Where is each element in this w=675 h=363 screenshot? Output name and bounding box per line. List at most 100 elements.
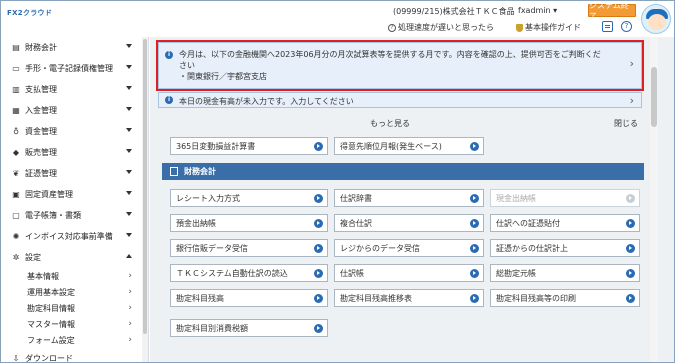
sidebar-item-fixed-assets[interactable]: ▣ 固定資産管理 [1,184,148,205]
menu-button[interactable]: 勘定科目残高推移表 [334,289,484,307]
ledger-icon: ▤ [12,43,20,52]
button-label: 預金出納帳 [176,218,216,228]
user-menu[interactable]: fxadmin ▾ [518,6,557,15]
gear-icon: ✲ [12,253,20,262]
money-bag-icon: ♁ [13,127,19,136]
help-icon[interactable]: ? [621,21,632,32]
menu-button[interactable]: 勘定科目残高等の印刷 [490,289,640,307]
sidebar-item-label: インボイス対応事前準備 [25,232,113,241]
sidebar-subitem-basic-info[interactable]: 基本情報 › [1,268,148,284]
sidebar-item-label: 設定 [25,253,41,262]
show-more-link[interactable]: もっと見る [370,118,410,129]
button-label: ＴＫＣシステム自動仕訳の読込 [176,268,288,278]
menu-button[interactable]: 勘定科目残高 [170,289,328,307]
cash-balance-notice[interactable]: i 本日の現金有高が未入力です。入力してください › [158,92,642,108]
company-name: (09999/215)株式会社ＴＫＣ食品 [393,7,515,16]
chevron-down-icon [126,212,132,216]
button-label: 勘定科目別消費税額 [176,323,248,333]
slow-processing-label: 処理速度が遅いと思ったら [398,23,494,32]
sidebar-subitem-label: 基本情報 [27,271,59,281]
button-label: 得意先順位月報(発生ベース) [340,141,442,151]
info-icon: i [165,51,173,59]
menu-button[interactable]: レシート入力方式 [170,189,328,207]
message-icon[interactable] [602,21,613,32]
section-title: 財務会計 [184,167,216,176]
menu-button[interactable]: 仕訳帳 [334,264,484,282]
sidebar-item-label: 資金管理 [25,127,57,136]
scrollbar-thumb[interactable] [651,67,657,127]
system-exit-button[interactable]: システム終了 [588,1,636,21]
question-icon: ? [388,23,396,32]
sidebar-item-funds[interactable]: ♁ 資金管理 [1,121,148,142]
arrow-right-icon [626,194,635,203]
document-icon: ❦ [12,169,20,178]
sidebar-subitem-master-info[interactable]: マスター情報 › [1,316,148,332]
monthly-report-notice[interactable]: i 今月は、以下の金融機関へ2023年06月分の月次試算表等を提供する月です。内… [156,40,644,91]
menu-button[interactable]: 証憑からの仕訳計上 [490,239,640,257]
button-label: レジからのデータ受信 [340,243,420,253]
button-label: 現金出納帳 [496,193,536,203]
sidebar-item-invoice[interactable]: ✺ インボイス対応事前準備 [1,226,148,247]
sidebar-subitem-account-info[interactable]: 勘定科目情報 › [1,300,148,316]
arrow-right-icon [470,194,479,203]
button-label: 複合仕訳 [340,218,372,228]
chevron-down-icon [126,149,132,153]
sidebar: ▤ 財務会計 ▭ 手形・電子記録債権管理 ▥ 支払管理 ▦ 入金管理 ♁ 資金管… [1,37,149,363]
button-label: 勘定科目残高推移表 [340,293,412,303]
shortcut-button[interactable]: 得意先順位月報(発生ベース) [334,137,484,155]
button-label: 仕訳帳 [340,268,364,278]
button-label: 365日変動損益計算書 [176,141,256,151]
bill-icon: ▭ [12,64,20,73]
main-scrollbar[interactable] [650,37,658,362]
arrow-right-icon [626,294,635,303]
basic-guide-link[interactable]: 基本操作ガイド [516,22,581,33]
chevron-down-icon [126,44,132,48]
chevron-right-icon: › [128,319,132,329]
menu-button[interactable]: 複合仕訳 [334,214,484,232]
logo-text: FX2クラウド [7,9,53,17]
lightbulb-icon: ✺ [12,232,20,241]
menu-button[interactable]: 預金出納帳 [170,214,328,232]
menu-button[interactable]: 総勘定元帳 [490,264,640,282]
sidebar-item-sales[interactable]: ◆ 販売管理 [1,142,148,163]
notice-text-line2: さい [179,61,195,70]
scrollbar-thumb[interactable] [143,39,147,334]
sidebar-item-label: 支払管理 [25,85,57,94]
button-label: 仕訳への証憑貼付 [496,218,560,228]
slow-processing-link[interactable]: ? 処理速度が遅いと思ったら [388,22,494,33]
sidebar-item-bills[interactable]: ▭ 手形・電子記録債権管理 [1,58,148,79]
menu-button[interactable]: 銀行信販データ受信 [170,239,328,257]
chevron-right-icon: › [128,303,132,313]
sidebar-item-vouchers[interactable]: ❦ 証憑管理 [1,163,148,184]
menu-button[interactable]: ＴＫＣシステム自動仕訳の読込 [170,264,328,282]
sidebar-item-label: ダウンロード [25,354,73,363]
shortcut-button[interactable]: 365日変動損益計算書 [170,137,328,155]
menu-button[interactable]: 勘定科目別消費税額 [170,319,328,337]
button-label: 勘定科目残高 [176,293,224,303]
sidebar-scrollbar[interactable] [142,37,148,362]
app-window: FX2クラウド (09999/215)株式会社ＴＫＣ食品 fxadmin ▾ シ… [0,0,675,363]
avatar[interactable] [641,4,671,34]
sidebar-item-payment[interactable]: ▥ 支払管理 [1,79,148,100]
sidebar-item-download[interactable]: ⇩ ダウンロード [1,348,148,363]
sidebar-subitem-form-settings[interactable]: フォーム設定 › [1,332,148,348]
sidebar-item-receipt[interactable]: ▦ 入金管理 [1,100,148,121]
sidebar-item-e-books[interactable]: ▢ 電子帳簿・書類 [1,205,148,226]
chevron-down-icon [126,107,132,111]
sidebar-subitem-label: 運用基本設定 [27,287,75,297]
sidebar-item-label: 電子帳簿・書類 [25,211,81,220]
menu-button[interactable]: 仕訳辞書 [334,189,484,207]
sidebar-item-financial-accounting[interactable]: ▤ 財務会計 [1,37,148,58]
menu-button[interactable]: 仕訳への証憑貼付 [490,214,640,232]
menu-button[interactable]: レジからのデータ受信 [334,239,484,257]
notice-controls: もっと見る 閉じる [158,116,642,130]
sidebar-item-settings[interactable]: ✲ 設定 [1,247,148,268]
chevron-right-icon: › [128,287,132,297]
sidebar-item-label: 入金管理 [25,106,57,115]
close-link[interactable]: 閉じる [614,118,638,129]
notice-text-line1: 今月は、以下の金融機関へ2023年06月分の月次試算表等を提供する月です。内容を… [179,50,601,59]
chevron-down-icon [126,191,132,195]
sidebar-subitem-operation-settings[interactable]: 運用基本設定 › [1,284,148,300]
logo[interactable]: FX2クラウド [7,7,52,19]
arrow-right-icon [626,244,635,253]
